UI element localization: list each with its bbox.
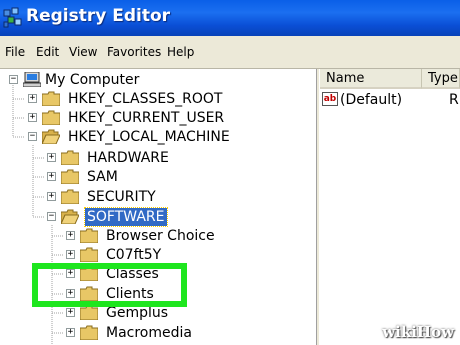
title-bar[interactable]: Registry Editor <box>0 0 460 36</box>
expand-toggle[interactable]: + <box>66 250 75 259</box>
menu-bar: File Edit View Favorites Help <box>0 36 460 69</box>
expand-toggle[interactable]: + <box>47 192 56 201</box>
menu-file[interactable]: File <box>5 45 25 59</box>
collapse-toggle[interactable]: − <box>28 132 37 141</box>
expand-toggle[interactable]: + <box>66 289 75 298</box>
string-value-icon: ab <box>322 92 338 106</box>
expand-toggle[interactable]: + <box>66 269 75 278</box>
folder-icon <box>80 228 98 243</box>
expand-toggle[interactable]: + <box>66 308 75 317</box>
collapse-toggle[interactable]: − <box>47 212 56 221</box>
column-header-name[interactable]: Name <box>320 69 422 89</box>
menu-help[interactable]: Help <box>167 45 194 59</box>
registry-editor-icon <box>3 7 22 28</box>
tree-label: HARDWARE <box>87 150 169 166</box>
folder-icon <box>80 286 98 301</box>
tree-label: Gemplus <box>106 305 169 321</box>
tree-label-selected: SOFTWARE <box>84 207 168 227</box>
tree-label: HKEY_LOCAL_MACHINE <box>68 129 230 145</box>
menu-edit[interactable]: Edit <box>36 45 59 59</box>
folder-icon <box>80 247 98 262</box>
tree-label: SAM <box>87 169 118 185</box>
window-title: Registry Editor <box>26 6 171 26</box>
menu-view[interactable]: View <box>69 45 97 59</box>
folder-icon <box>42 110 60 125</box>
folder-icon <box>80 305 98 320</box>
menu-favorites[interactable]: Favorites <box>107 45 161 59</box>
value-name: (Default) <box>340 92 403 108</box>
values-list-pane[interactable]: Name Type ab (Default) REG_SZ <box>320 69 460 345</box>
expand-toggle[interactable]: + <box>28 94 37 103</box>
registry-tree-pane[interactable]: − My Computer + HKEY_CLASSES_ROOT + HKEY… <box>0 69 316 345</box>
folder-icon <box>80 266 98 281</box>
folder-icon <box>61 189 79 204</box>
open-folder-icon <box>42 129 60 144</box>
tree-label: C07ft5Y <box>106 247 162 263</box>
expand-toggle[interactable]: + <box>66 328 75 337</box>
collapse-toggle[interactable]: − <box>9 75 18 84</box>
tree-label: HKEY_CLASSES_ROOT <box>68 91 223 107</box>
tree-label: Macromedia <box>106 325 192 341</box>
expand-toggle[interactable]: + <box>66 231 75 240</box>
expand-toggle[interactable]: + <box>47 153 56 162</box>
column-header-type[interactable]: Type <box>422 69 460 89</box>
tree-label: Browser Choice <box>106 228 215 244</box>
folder-icon <box>61 150 79 165</box>
folder-icon <box>80 325 98 340</box>
wikihow-watermark: wikiHow <box>382 323 454 341</box>
expand-toggle[interactable]: + <box>47 172 56 181</box>
tree-label: My Computer <box>45 72 140 88</box>
open-folder-icon <box>61 209 79 224</box>
folder-icon <box>61 169 79 184</box>
expand-toggle[interactable]: + <box>28 113 37 122</box>
value-type: REG_SZ <box>449 92 460 108</box>
folder-icon <box>42 91 60 106</box>
tree-label: Classes <box>106 266 159 282</box>
tree-label: HKEY_CURRENT_USER <box>68 110 225 126</box>
tree-label: Clients <box>106 286 154 302</box>
tree-label: SECURITY <box>87 189 156 205</box>
computer-icon <box>23 72 41 87</box>
